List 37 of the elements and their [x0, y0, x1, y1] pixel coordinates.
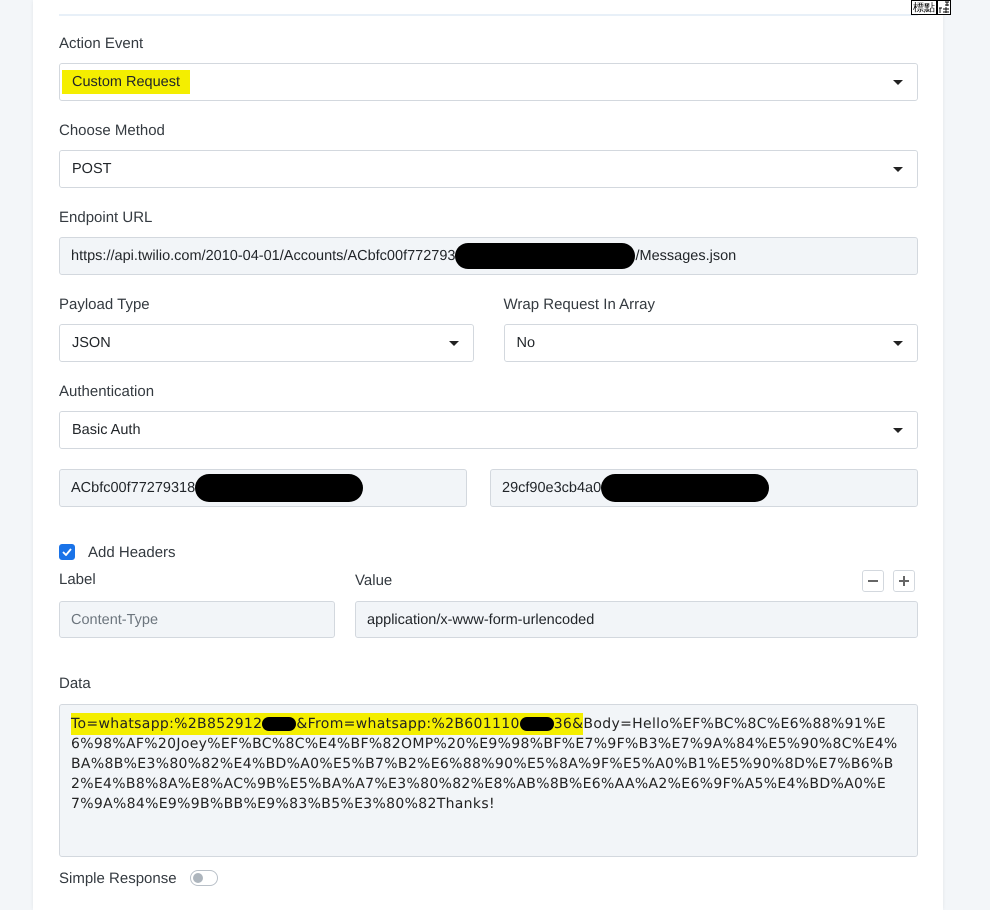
add-header-button[interactable] — [893, 570, 915, 592]
field-label: Data — [59, 674, 92, 694]
column-label: Value — [355, 571, 392, 591]
caret-down-icon — [893, 80, 903, 84]
endpoint-url-input[interactable]: https://api.twilio.com/2010-04-01/Accounts/ACbfc00f772793 /Messages.json — [59, 237, 918, 275]
remove-header-button[interactable] — [862, 570, 884, 592]
field-label: Wrap Request In Array — [504, 295, 656, 315]
plus-icon — [899, 576, 909, 586]
method-dropdown[interactable]: POST — [59, 150, 918, 188]
toggle-switch[interactable] — [190, 870, 218, 886]
payload-type-dropdown[interactable]: JSON — [59, 324, 474, 362]
caret-down-icon — [893, 428, 903, 432]
ime-punctuation-button[interactable]: 標點 — [911, 0, 937, 15]
field-label: Endpoint URL — [59, 208, 154, 228]
username-input[interactable]: ACbfc00f77279318 — [59, 469, 467, 507]
data-textarea[interactable]: To=whatsapp:%2B852912 &From=whatsapp:%2B601110 36&Body=Hello%EF%BC%8C%E6%88%91%E6%98%AF%20Joey%EF%BC%8C%E4%BF%82OMP%20%E9%98%BF%E7%9F%B3%E7%9A%84%E5%90%8C%E4%BA%8B%E3%80%82%E4%BD%A0%E5%B7%B2%E6%88%90%E5%8A%9F%E5%A0%B1%E5%90%8D%E7%B6%B2%E4%B8%8A%E8%AC%9B%E5%BA%A7%E3%80%82%E8%AB%8B%E6%AA%A2%E6%9F%A5%E4%BD%A0%E7%9A%84%E9%9B%BB%E9%83%B5%E3%80%82Thanks! — [59, 704, 918, 857]
redaction-mark — [262, 717, 296, 732]
checkbox-label: Add Headers — [88, 544, 176, 560]
checkmark-icon — [62, 548, 72, 556]
redaction-mark — [520, 717, 554, 732]
toggle-label: Simple Response — [59, 870, 177, 886]
checkbox[interactable] — [59, 544, 75, 560]
field-label: Choose Method — [59, 121, 166, 141]
field-label: Payload Type — [59, 295, 151, 315]
field-label: Action Event — [59, 34, 144, 54]
password-input[interactable]: 29cf90e3cb4a0 — [490, 469, 918, 507]
authentication-dropdown[interactable]: Basic Auth — [59, 411, 918, 449]
caret-down-icon — [448, 340, 458, 346]
field-label: Authentication — [59, 382, 156, 402]
column-label: Label — [59, 570, 97, 590]
header-value-input[interactable]: application/x-www-form-urlencoded — [355, 601, 918, 638]
wrap-array-dropdown[interactable]: No — [504, 324, 918, 362]
header-label-input[interactable]: Content-Type — [59, 601, 335, 638]
ime-mode-icon[interactable] — [937, 0, 951, 15]
caret-down-icon — [893, 166, 903, 172]
caret-down-icon — [893, 340, 903, 346]
action-event-dropdown[interactable]: Custom Request — [59, 63, 918, 101]
